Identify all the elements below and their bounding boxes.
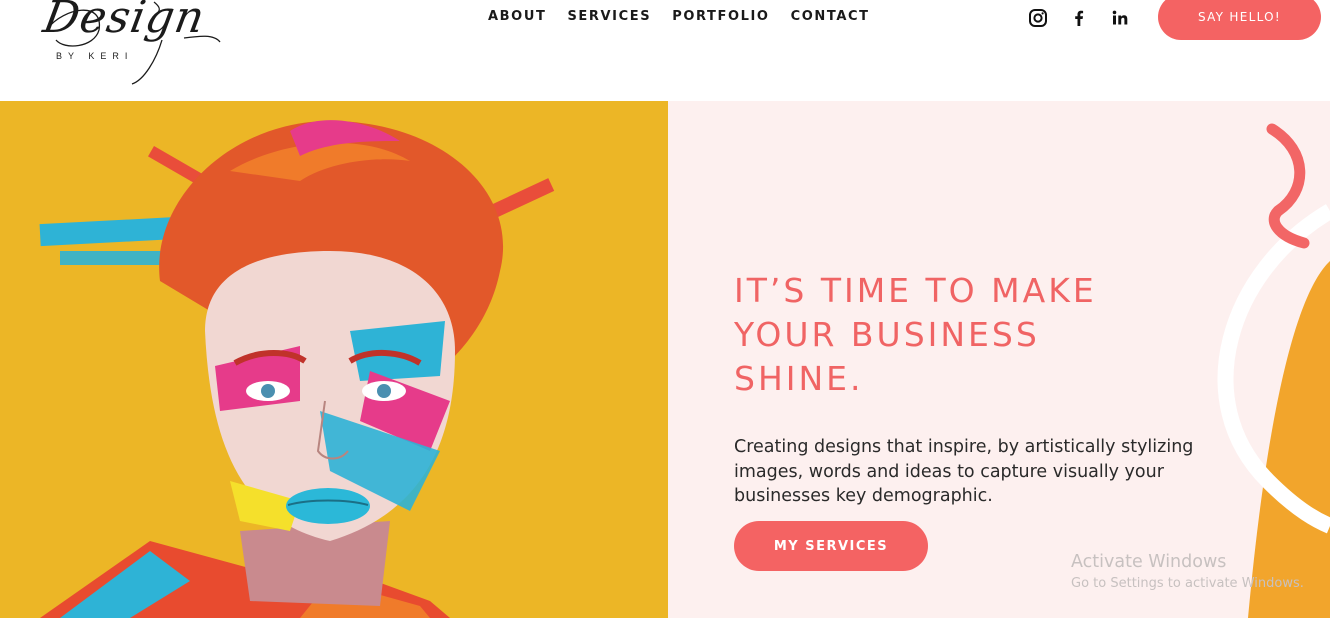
logo[interactable]: Design BY KERI [40, 0, 229, 90]
linkedin-icon[interactable] [1110, 8, 1130, 28]
my-services-button[interactable]: MY SERVICES [734, 521, 928, 571]
nav-contact[interactable]: CONTACT [791, 9, 870, 24]
activate-windows-watermark: Activate Windows Go to Settings to activ… [1071, 552, 1304, 591]
logo-subtitle: BY KERI [56, 51, 134, 61]
hero-artwork [0, 101, 668, 618]
logo-script: Design [39, 0, 209, 43]
hero-headline: IT’S TIME TO MAKE YOUR BUSINESS SHINE. [734, 271, 1097, 398]
watermark-title: Activate Windows [1071, 552, 1227, 572]
nav-services[interactable]: SERVICES [567, 9, 651, 24]
portrait-illustration [39, 120, 555, 618]
instagram-icon[interactable] [1028, 8, 1048, 28]
social-links [1028, 8, 1151, 28]
site-header: Design BY KERI ABOUT SERVICES PORTFOLIO … [0, 0, 1330, 101]
facebook-icon[interactable] [1069, 8, 1089, 28]
nav-about[interactable]: ABOUT [488, 9, 546, 24]
watermark-subtitle: Go to Settings to activate Windows. [1071, 576, 1304, 591]
main-nav: ABOUT SERVICES PORTFOLIO CONTACT [488, 9, 891, 24]
say-hello-button[interactable]: SAY HELLO! [1158, 0, 1321, 40]
nav-portfolio[interactable]: PORTFOLIO [672, 9, 769, 24]
hero-subtext: Creating designs that inspire, by artist… [734, 437, 1194, 506]
hero-content: IT’S TIME TO MAKE YOUR BUSINESS SHINE. C… [668, 101, 1330, 618]
